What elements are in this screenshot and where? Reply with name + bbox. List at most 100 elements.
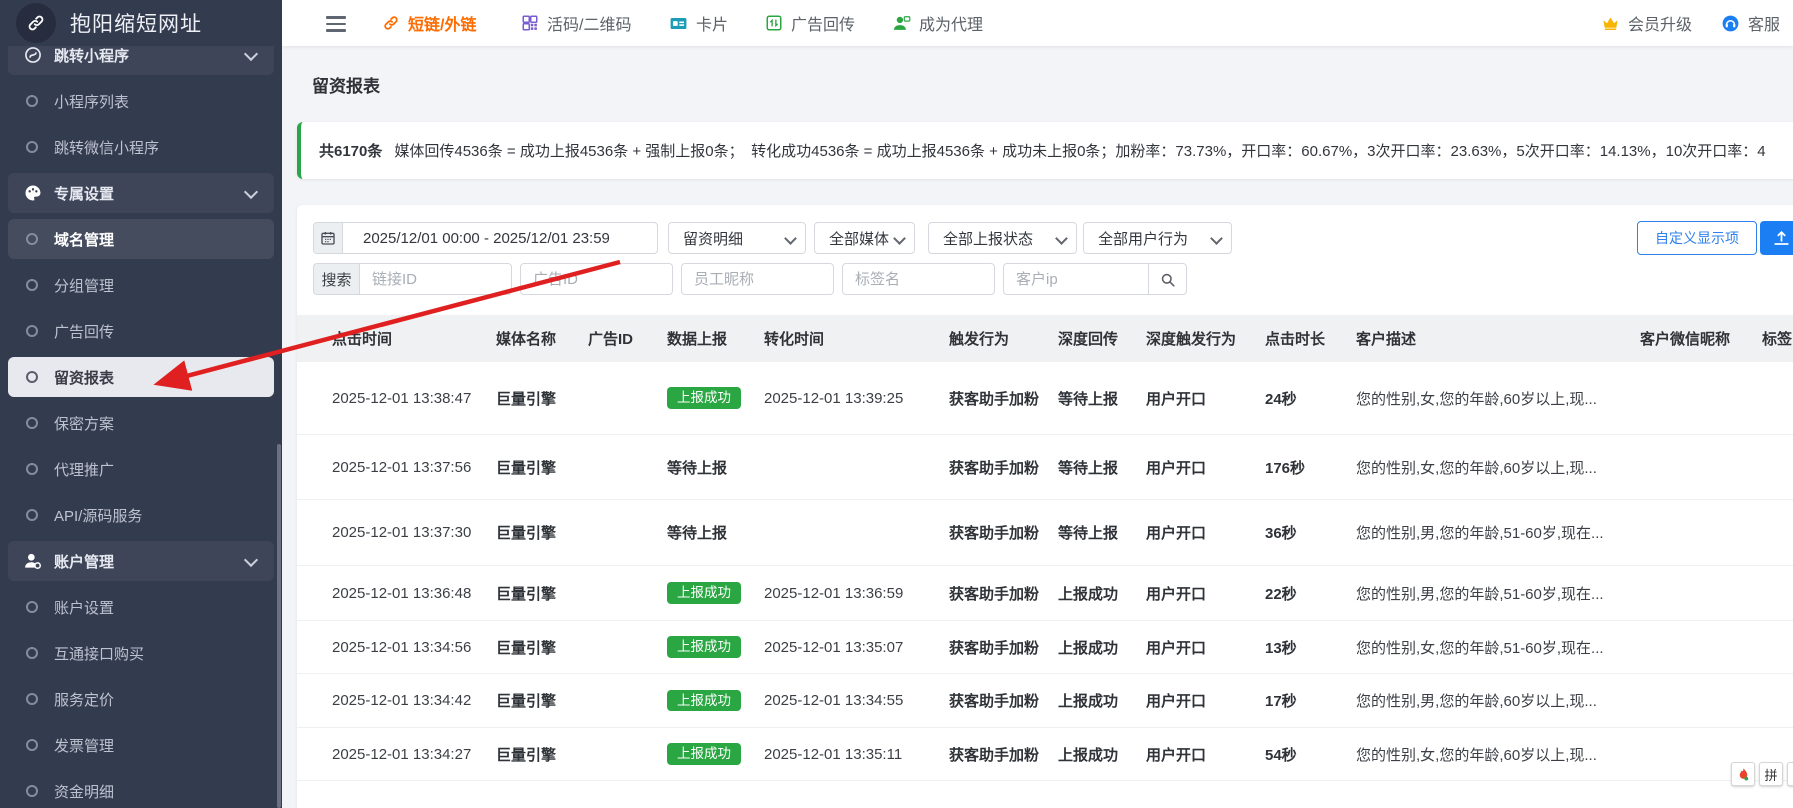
ime-english-toggle[interactable]: 英 bbox=[1787, 762, 1793, 786]
column-header: 触发行为 bbox=[949, 328, 1058, 349]
cell-convert-time: 2025-12-01 13:36:59 bbox=[764, 585, 949, 602]
column-header: 媒体名称 bbox=[496, 328, 588, 349]
cell-media: 巨量引擎 bbox=[496, 690, 588, 711]
sidebar-item-7[interactable]: 广告回传 bbox=[0, 308, 282, 354]
cell-deep-report: 上报成功 bbox=[1058, 637, 1146, 658]
nav-item-1[interactable]: 短链/外链 bbox=[381, 0, 476, 46]
bullet-icon bbox=[26, 601, 38, 613]
topbar: 短链/外链活码/二维码卡片广告回传成为代理 会员升级客服 bbox=[282, 0, 1793, 46]
sidebar-item-16[interactable]: 发票管理 bbox=[0, 722, 282, 768]
cell-click-time: 2025-12-01 13:38:47 bbox=[332, 390, 496, 407]
report-status-select[interactable]: 全部上报状态 bbox=[928, 222, 1077, 254]
chevron-down-icon bbox=[784, 232, 797, 245]
upload-icon bbox=[1772, 229, 1791, 248]
link-icon bbox=[381, 14, 400, 33]
cell-convert-time: 2025-12-01 13:34:55 bbox=[764, 692, 949, 709]
sidebar-item-17[interactable]: 资金明细 bbox=[0, 768, 282, 808]
cell-convert-time: 2025-12-01 13:39:25 bbox=[764, 390, 949, 407]
table-header-row: 点击时间媒体名称广告ID数据上报转化时间触发行为深度回传深度触发行为点击时长客户… bbox=[297, 315, 1793, 362]
topbar-right-item-2[interactable]: 客服 bbox=[1721, 0, 1780, 46]
cell-media: 巨量引擎 bbox=[496, 522, 588, 543]
cell-click-time: 2025-12-01 13:34:56 bbox=[332, 639, 496, 656]
cell-click-time: 2025-12-01 13:37:56 bbox=[332, 459, 496, 476]
ime-indicator: 拼 英 bbox=[1731, 762, 1793, 786]
nav-item-2[interactable]: 活码/二维码 bbox=[520, 0, 631, 46]
cell-desc: 您的性别,女,您的年龄,60岁以上,现... bbox=[1356, 388, 1640, 409]
chevron-down-icon bbox=[244, 185, 258, 199]
table-row: 2025-12-01 13:34:27巨量引擎上报成功2025-12-01 13… bbox=[297, 728, 1793, 781]
link-logo-icon bbox=[16, 3, 56, 43]
cell-desc: 您的性别,男,您的年龄,51-60岁,现在... bbox=[1356, 522, 1640, 543]
sidebar-menu: 跳转小程序小程序列表跳转微信小程序专属设置域名管理分组管理广告回传留资报表保密方… bbox=[0, 32, 282, 808]
client-ip-input[interactable] bbox=[1003, 263, 1149, 295]
cell-duration: 13秒 bbox=[1265, 637, 1356, 658]
sidebar-item-label: 广告回传 bbox=[54, 321, 114, 342]
sidebar: 跳转小程序小程序列表跳转微信小程序专属设置域名管理分组管理广告回传留资报表保密方… bbox=[0, 0, 282, 808]
sidebar-item-8[interactable]: 留资报表 bbox=[0, 354, 282, 400]
ime-icon[interactable] bbox=[1731, 762, 1755, 786]
chevron-down-icon bbox=[893, 232, 906, 245]
qrcode-icon bbox=[520, 14, 539, 33]
sidebar-scrollbar[interactable] bbox=[277, 444, 281, 808]
sidebar-item-14[interactable]: 互通接口购买 bbox=[0, 630, 282, 676]
agent-icon bbox=[892, 14, 911, 33]
ad-id-input[interactable] bbox=[520, 263, 673, 295]
sidebar-group-4[interactable]: 专属设置 bbox=[0, 170, 282, 216]
report-type-select[interactable]: 留资明细 bbox=[668, 222, 806, 254]
stats-bar: 共6170条 媒体回传4536条 = 成功上报4536条 + 强制上报0条； 转… bbox=[297, 122, 1793, 179]
export-button[interactable] bbox=[1760, 221, 1793, 255]
ime-pinyin-toggle[interactable]: 拼 bbox=[1759, 762, 1783, 786]
stats-detail: 媒体回传4536条 = 成功上报4536条 + 强制上报0条； 转化成功4536… bbox=[394, 140, 1765, 161]
cell-deep-trigger: 用户开口 bbox=[1146, 690, 1265, 711]
column-header: 标签 bbox=[1762, 328, 1793, 349]
sidebar-group-12[interactable]: 账户管理 bbox=[0, 538, 282, 584]
customize-columns-button[interactable]: 自定义显示项 bbox=[1637, 221, 1757, 255]
link-id-input[interactable] bbox=[359, 263, 512, 295]
cell-duration: 176秒 bbox=[1265, 457, 1356, 478]
sidebar-item-label: 保密方案 bbox=[54, 413, 114, 434]
sidebar-item-5[interactable]: 域名管理 bbox=[0, 216, 282, 262]
cell-report: 上报成功 bbox=[667, 743, 764, 765]
sidebar-item-label: 域名管理 bbox=[54, 229, 114, 250]
sidebar-item-label: 服务定价 bbox=[54, 689, 114, 710]
cell-click-time: 2025-12-01 13:34:42 bbox=[332, 692, 496, 709]
cell-deep-report: 等待上报 bbox=[1058, 388, 1146, 409]
cell-deep-trigger: 用户开口 bbox=[1146, 583, 1265, 604]
sidebar-item-9[interactable]: 保密方案 bbox=[0, 400, 282, 446]
sidebar-item-10[interactable]: 代理推广 bbox=[0, 446, 282, 492]
tag-name-input[interactable] bbox=[842, 263, 995, 295]
sidebar-item-label: API/源码服务 bbox=[54, 505, 142, 526]
column-header: 点击时长 bbox=[1265, 328, 1356, 349]
report-success-badge: 上报成功 bbox=[667, 387, 741, 409]
cell-trigger: 获客助手加粉 bbox=[949, 583, 1058, 604]
cell-trigger: 获客助手加粉 bbox=[949, 457, 1058, 478]
topbar-right-item-1[interactable]: 会员升级 bbox=[1601, 0, 1692, 46]
nav-item-4[interactable]: 广告回传 bbox=[764, 0, 855, 46]
date-range-input[interactable] bbox=[343, 223, 657, 253]
column-header: 客户微信昵称 bbox=[1640, 328, 1762, 349]
staff-nickname-input[interactable] bbox=[681, 263, 834, 295]
sidebar-item-2[interactable]: 小程序列表 bbox=[0, 78, 282, 124]
sidebar-item-3[interactable]: 跳转微信小程序 bbox=[0, 124, 282, 170]
date-range-picker[interactable] bbox=[313, 222, 658, 254]
cell-duration: 17秒 bbox=[1265, 690, 1356, 711]
cell-trigger: 获客助手加粉 bbox=[949, 522, 1058, 543]
search-button[interactable] bbox=[1148, 263, 1187, 295]
sidebar-item-15[interactable]: 服务定价 bbox=[0, 676, 282, 722]
media-select[interactable]: 全部媒体 bbox=[814, 222, 915, 254]
user-action-select[interactable]: 全部用户行为 bbox=[1083, 222, 1232, 254]
bullet-icon bbox=[26, 785, 38, 797]
nav-item-3[interactable]: 卡片 bbox=[669, 0, 728, 46]
sidebar-item-label: 小程序列表 bbox=[54, 91, 129, 112]
sidebar-item-11[interactable]: API/源码服务 bbox=[0, 492, 282, 538]
chevron-down-icon bbox=[244, 553, 258, 567]
app-logo[interactable]: 抱阳缩短网址 bbox=[0, 0, 282, 46]
cell-trigger: 获客助手加粉 bbox=[949, 744, 1058, 765]
sidebar-item-13[interactable]: 账户设置 bbox=[0, 584, 282, 630]
cell-convert-time: 2025-12-01 13:35:07 bbox=[764, 639, 949, 656]
cell-desc: 您的性别,男,您的年龄,51-60岁,现在... bbox=[1356, 583, 1640, 604]
report-success-badge: 上报成功 bbox=[667, 690, 741, 712]
hamburger-menu-icon[interactable] bbox=[326, 16, 346, 36]
nav-item-5[interactable]: 成为代理 bbox=[892, 0, 983, 46]
sidebar-item-6[interactable]: 分组管理 bbox=[0, 262, 282, 308]
